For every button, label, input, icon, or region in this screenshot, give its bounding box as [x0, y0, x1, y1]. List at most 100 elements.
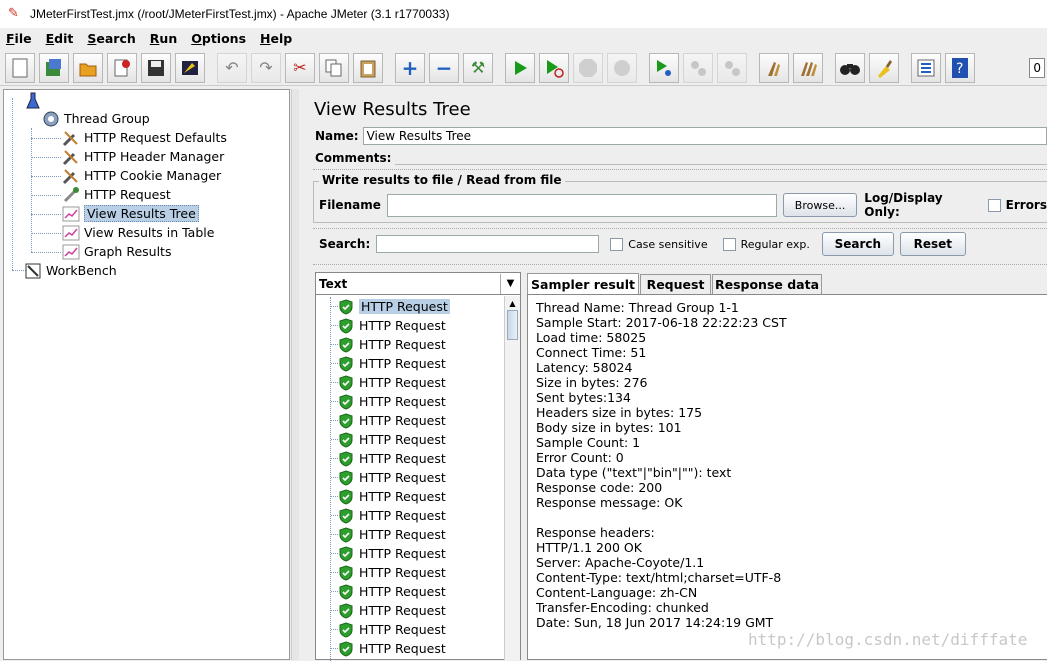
success-shield-icon: [338, 488, 354, 505]
success-shield-icon: [338, 355, 354, 372]
detail-line: Latency: 58024: [536, 360, 633, 375]
regex-checkbox[interactable]: [722, 237, 736, 251]
list-item[interactable]: HTTP Request: [338, 639, 446, 658]
menu-bar: File Edit Search Run Options Help: [0, 28, 1047, 48]
list-item[interactable]: HTTP Request: [338, 354, 446, 373]
case-sensitive-checkbox[interactable]: [610, 237, 624, 251]
menu-run[interactable]: Run: [150, 31, 177, 46]
list-item[interactable]: HTTP Request: [338, 468, 446, 487]
reset-search-icon[interactable]: [869, 52, 899, 83]
results-scrollbar[interactable]: ▲: [504, 296, 520, 660]
list-item[interactable]: HTTP Request: [338, 411, 446, 430]
tree-node-view-results-in-table[interactable]: View Results in Table: [62, 223, 214, 242]
help-icon[interactable]: ?: [945, 52, 975, 83]
templates-icon[interactable]: [39, 52, 69, 83]
redo-icon[interactable]: ↷: [251, 52, 281, 83]
case-sensitive-label: Case sensitive: [628, 237, 708, 251]
tree-node-test-plan[interactable]: [24, 91, 46, 110]
reset-button[interactable]: Reset: [899, 232, 966, 256]
start-no-pauses-icon[interactable]: [539, 52, 569, 83]
detail-line: Response message: OK: [536, 495, 683, 510]
start-icon[interactable]: [505, 52, 535, 83]
function-helper-icon[interactable]: [911, 52, 941, 83]
toggle-icon[interactable]: ⚒: [463, 52, 493, 83]
tree-node-thread-group[interactable]: Thread Group: [42, 109, 150, 128]
chevron-down-icon[interactable]: ▼: [500, 273, 520, 294]
tree-node-http-header-manager[interactable]: HTTP Header Manager: [62, 147, 224, 166]
collapse-icon[interactable]: −: [429, 52, 459, 83]
success-shield-icon: [338, 336, 354, 353]
tree-node-http-request[interactable]: HTTP Request: [62, 185, 171, 204]
list-item[interactable]: HTTP Request: [338, 601, 446, 620]
menu-edit[interactable]: Edit: [46, 31, 74, 46]
scroll-up-icon[interactable]: ▲: [505, 296, 520, 310]
fieldset-legend: Write results to file / Read from file: [319, 173, 565, 187]
list-item[interactable]: HTTP Request: [338, 392, 446, 411]
save-icon[interactable]: [141, 52, 171, 83]
tree-node-http-cookie-manager[interactable]: HTTP Cookie Manager: [62, 166, 221, 185]
tree-node-http-request-defaults[interactable]: HTTP Request Defaults: [62, 128, 227, 147]
search-binoculars-icon[interactable]: [835, 52, 865, 83]
expand-icon[interactable]: +: [395, 52, 425, 83]
search-button[interactable]: Search: [821, 232, 894, 256]
success-shield-icon: [338, 583, 354, 600]
copy-icon[interactable]: [319, 52, 349, 83]
search-input[interactable]: [376, 235, 600, 253]
menu-options[interactable]: Options: [191, 31, 246, 46]
tree-node-graph-results[interactable]: Graph Results: [62, 242, 171, 261]
menu-file[interactable]: File: [6, 31, 32, 46]
tab-request[interactable]: Request: [640, 274, 711, 294]
sampler-result-text: Thread Name: Thread Group 1-1 Sample Star…: [527, 294, 1047, 660]
success-shield-icon: [338, 469, 354, 486]
close-file-icon[interactable]: [107, 52, 137, 83]
list-item[interactable]: HTTP Request: [338, 316, 446, 335]
list-item[interactable]: HTTP Request: [338, 620, 446, 639]
list-item[interactable]: HTTP Request: [338, 335, 446, 354]
panel-splitter[interactable]: [291, 89, 299, 660]
tab-sampler-result[interactable]: Sampler result: [527, 273, 639, 294]
detail-line: Sample Start: 2017-06-18 22:22:23 CST: [536, 315, 787, 330]
undo-icon[interactable]: ↶: [217, 52, 247, 83]
comments-field[interactable]: [395, 164, 1047, 165]
menu-search[interactable]: Search: [87, 31, 135, 46]
save-as-image-icon[interactable]: [175, 52, 205, 83]
cut-icon[interactable]: ✂: [285, 52, 315, 83]
errors-checkbox[interactable]: [987, 198, 1001, 212]
list-item[interactable]: HTTP Request: [338, 449, 446, 468]
new-icon[interactable]: [5, 52, 35, 83]
detail-line: Server: Apache-Coyote/1.1: [536, 555, 705, 570]
remote-stop-icon[interactable]: [683, 52, 713, 83]
list-item[interactable]: HTTP Request: [338, 373, 446, 392]
clear-icon[interactable]: [759, 52, 789, 83]
tree-node-view-results-tree[interactable]: View Results Tree: [62, 204, 199, 223]
success-shield-icon: [338, 393, 354, 410]
name-label: Name:: [315, 129, 359, 143]
list-item[interactable]: HTTP Request: [338, 487, 446, 506]
list-item[interactable]: HTTP Request: [338, 582, 446, 601]
chart-icon: [62, 243, 80, 261]
list-item[interactable]: HTTP Request: [338, 506, 446, 525]
clear-all-icon[interactable]: [793, 52, 823, 83]
remote-start-icon[interactable]: [649, 52, 679, 83]
list-item[interactable]: HTTP Request: [338, 297, 450, 316]
paste-icon[interactable]: [353, 52, 383, 83]
list-item[interactable]: HTTP Request: [338, 430, 446, 449]
browse-button[interactable]: Browse...: [782, 193, 858, 217]
list-item[interactable]: HTTP Request: [338, 563, 446, 582]
filename-input[interactable]: [386, 193, 777, 217]
list-item[interactable]: HTTP Request: [338, 544, 446, 563]
renderer-select[interactable]: Text ▼: [316, 273, 520, 295]
scroll-thumb[interactable]: [507, 310, 518, 340]
list-item[interactable]: HTTP Request: [338, 525, 446, 544]
stop-icon[interactable]: [573, 52, 603, 83]
sample-label: HTTP Request: [359, 622, 446, 637]
open-icon[interactable]: [73, 52, 103, 83]
gear-icon: [42, 110, 60, 128]
menu-help[interactable]: Help: [260, 31, 292, 46]
tab-response-data[interactable]: Response data: [712, 274, 822, 294]
remote-shutdown-icon[interactable]: [717, 52, 747, 83]
jmeter-feather-icon: ✎: [8, 6, 19, 21]
tree-node-workbench[interactable]: WorkBench: [24, 261, 117, 280]
shutdown-icon[interactable]: [607, 52, 637, 83]
name-field[interactable]: View Results Tree: [362, 127, 1047, 145]
